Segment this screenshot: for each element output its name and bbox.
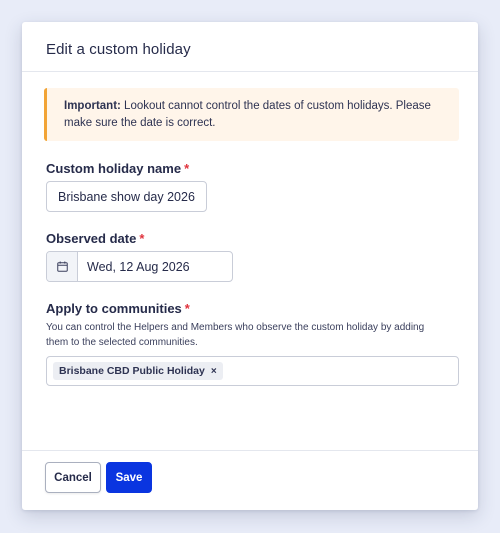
modal-title: Edit a custom holiday [46, 41, 191, 58]
observed-date-label: Observed date * [46, 231, 144, 246]
save-button[interactable]: Save [106, 462, 152, 493]
remove-chip-icon[interactable]: × [211, 366, 217, 377]
calendar-icon [56, 261, 68, 272]
date-picker-button[interactable] [47, 252, 78, 281]
cancel-button[interactable]: Cancel [45, 462, 101, 493]
holiday-name-label-text: Custom holiday name [46, 161, 182, 176]
community-chip-label: Brisbane CBD Public Holiday [59, 365, 205, 377]
observed-date-label-text: Observed date [46, 231, 137, 246]
community-chip: Brisbane CBD Public Holiday × [53, 362, 223, 380]
required-mark: * [184, 161, 190, 176]
observed-date-input[interactable]: Wed, 12 Aug 2026 [46, 251, 233, 282]
alert-strong: Important: [64, 100, 121, 112]
communities-help-text: You can control the Helpers and Members … [46, 322, 425, 348]
required-mark: * [184, 301, 190, 316]
holiday-name-label: Custom holiday name * [46, 161, 189, 176]
edit-holiday-modal: Edit a custom holiday Important: Lookout… [22, 22, 478, 510]
observed-date-value: Wed, 12 Aug 2026 [87, 259, 190, 274]
holiday-name-input[interactable]: Brisbane show day 2026 [46, 181, 207, 212]
communities-label: Apply to communities * [46, 301, 190, 316]
holiday-name-value: Brisbane show day 2026 [58, 189, 195, 204]
required-mark: * [139, 231, 145, 246]
communities-label-text: Apply to communities [46, 301, 182, 316]
footer-divider [22, 450, 478, 451]
important-alert: Important: Lookout cannot control the da… [44, 88, 459, 141]
modal-header: Edit a custom holiday [22, 22, 478, 72]
communities-select[interactable]: Brisbane CBD Public Holiday × [46, 356, 459, 386]
